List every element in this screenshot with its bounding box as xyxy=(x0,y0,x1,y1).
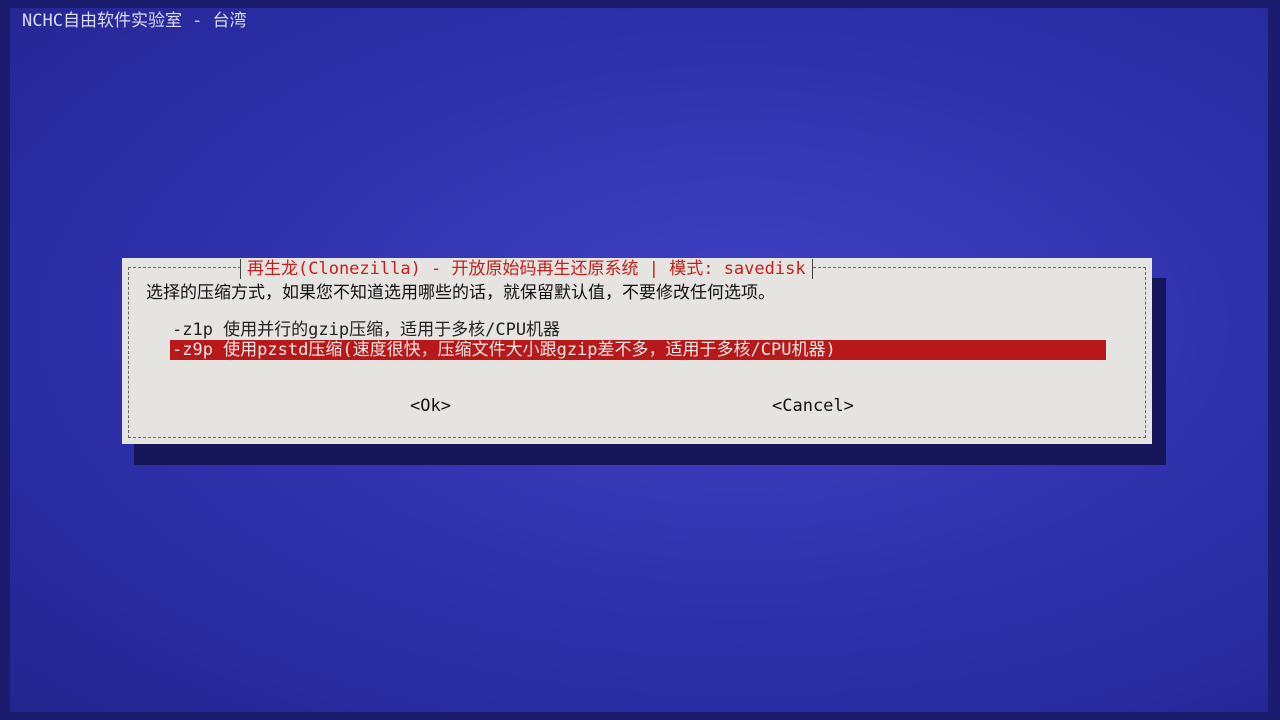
back-title: NCHC自由软件实验室 - 台湾 xyxy=(22,11,247,31)
compression-dialog: 再生龙(Clonezilla) - 开放原始码再生还原系统 | 模式: save… xyxy=(122,258,1152,444)
ok-button[interactable]: <Ok> xyxy=(410,395,451,417)
menu-item-z1p[interactable]: -z1p 使用并行的gzip压缩，适用于多核/CPU机器 xyxy=(170,320,1106,340)
cancel-button[interactable]: <Cancel> xyxy=(772,395,854,417)
menu-item-z9p[interactable]: -z9p 使用pzstd压缩(速度很快，压缩文件大小跟gzip差不多，适用于多核… xyxy=(170,340,1106,360)
dialog-prompt: 选择的压缩方式，如果您不知道选用哪些的话，就保留默认值，不要修改任何选项。 xyxy=(146,283,775,303)
screen: NCHC自由软件实验室 - 台湾 再生龙(Clonezilla) - 开放原始码… xyxy=(10,8,1268,712)
compression-menu: -z1p 使用并行的gzip压缩，适用于多核/CPU机器 -z9p 使用pzst… xyxy=(170,320,1106,360)
dialog-title: 再生龙(Clonezilla) - 开放原始码再生还原系统 | 模式: save… xyxy=(240,259,813,279)
